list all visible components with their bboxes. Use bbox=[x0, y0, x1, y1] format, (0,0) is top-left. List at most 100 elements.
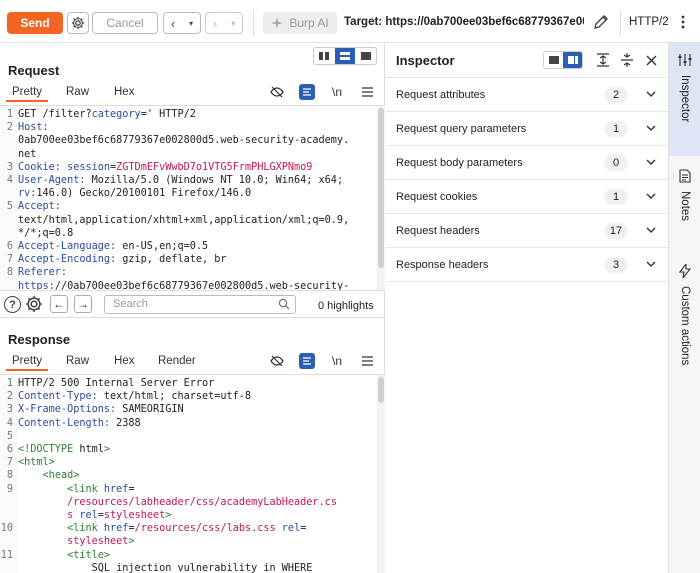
target-url[interactable]: Target: https://0ab700ee03bef6c68779367e… bbox=[344, 16, 584, 28]
chevron-right-icon[interactable]: › bbox=[213, 16, 217, 31]
request-scrollbar[interactable] bbox=[377, 106, 385, 290]
search-input[interactable]: Search bbox=[104, 295, 296, 314]
code-line[interactable]: 7 Accept-Encoding: gzip, deflate, br bbox=[0, 253, 372, 266]
layout-list-icon[interactable] bbox=[544, 52, 563, 68]
line-text: <head> bbox=[42, 470, 80, 482]
response-scrollbar[interactable] bbox=[377, 375, 385, 573]
code-line[interactable]: SQL injection vulnerability in WHERE bbox=[0, 562, 372, 573]
hamburger-menu-icon[interactable] bbox=[359, 353, 375, 369]
code-line[interactable]: 5 bbox=[0, 430, 372, 443]
more-menu-button[interactable] bbox=[675, 14, 691, 30]
newline-toggle-icon[interactable]: \n bbox=[329, 353, 345, 369]
search-settings-button[interactable] bbox=[25, 295, 43, 316]
code-line[interactable]: 1 GET /filter?category=' HTTP/2 bbox=[0, 108, 372, 121]
code-line[interactable]: /resources/labheader/css/academyLabHeade… bbox=[0, 496, 372, 509]
code-line[interactable]: 9 <link href= bbox=[0, 483, 372, 496]
collapse-all-icon[interactable] bbox=[619, 51, 635, 69]
chevron-down-icon[interactable] bbox=[645, 190, 657, 202]
pretty-format-icon[interactable] bbox=[299, 353, 315, 369]
next-match-button[interactable]: → bbox=[74, 295, 92, 313]
help-icon[interactable]: ? bbox=[4, 296, 21, 313]
eye-slash-icon[interactable] bbox=[269, 84, 285, 100]
code-line[interactable]: 8 <head> bbox=[0, 469, 372, 482]
expand-all-icon[interactable] bbox=[595, 51, 611, 69]
code-line[interactable]: stylesheet> bbox=[0, 535, 372, 548]
inspector-section-row[interactable]: Request attributes 2 bbox=[386, 77, 668, 111]
chevron-down-icon[interactable] bbox=[645, 224, 657, 236]
code-line[interactable]: net bbox=[0, 148, 372, 161]
code-line[interactable]: text/html,application/xhtml+xml,applicat… bbox=[0, 214, 372, 227]
code-line[interactable]: 1 HTTP/2 500 Internal Server Error bbox=[0, 377, 372, 390]
code-line[interactable]: 4 User-Agent: Mozilla/5.0 (Windows NT 10.… bbox=[0, 174, 372, 187]
message-editor-pane: Request Pretty Raw Hex \n 1 GET /filter?… bbox=[0, 43, 385, 573]
code-line[interactable]: 2 Host: bbox=[0, 121, 372, 134]
tab-raw[interactable]: Raw bbox=[66, 355, 89, 367]
tab-pretty[interactable]: Pretty bbox=[12, 355, 42, 367]
code-line[interactable]: rv:146.0) Gecko/20100101 Firefox/146.0 bbox=[0, 187, 372, 200]
code-line[interactable]: 4 Content-Length: 2388 bbox=[0, 417, 372, 430]
layout-stacked-icon[interactable] bbox=[334, 48, 356, 64]
layout-side-by-side-icon[interactable] bbox=[314, 48, 335, 64]
request-tabs: Pretty Raw Hex \n bbox=[0, 84, 385, 104]
chevron-down-icon[interactable]: ▾ bbox=[189, 19, 193, 28]
burp-ai-button[interactable]: Burp AI bbox=[263, 12, 337, 34]
eye-slash-icon[interactable] bbox=[269, 353, 285, 369]
tab-hex[interactable]: Hex bbox=[114, 86, 134, 98]
response-editor[interactable]: 1 HTTP/2 500 Internal Server Error 2 Conten… bbox=[0, 374, 385, 573]
code-line[interactable]: https://0ab700ee03bef6c68779367e002800d5… bbox=[0, 280, 372, 290]
inspector-section-row[interactable]: Request body parameters 0 bbox=[386, 145, 668, 179]
chevron-down-icon[interactable] bbox=[645, 156, 657, 168]
settings-button[interactable] bbox=[67, 12, 89, 34]
tab-render[interactable]: Render bbox=[158, 355, 196, 367]
code-line[interactable]: s rel=stylesheet> bbox=[0, 509, 372, 522]
code-line[interactable]: */*;q=0.8 bbox=[0, 227, 372, 240]
layout-toggle[interactable] bbox=[313, 47, 377, 65]
code-line[interactable]: 8 Referer: bbox=[0, 266, 372, 279]
request-editor[interactable]: 1 GET /filter?category=' HTTP/2 2 Host: 0ab7… bbox=[0, 105, 385, 290]
chevron-down-icon[interactable] bbox=[645, 122, 657, 134]
code-line[interactable]: 3 Cookie: session=ZGTDmEFvWwbD7o1VTG5FrmP… bbox=[0, 161, 372, 174]
line-number bbox=[0, 509, 18, 522]
line-text: s rel=stylesheet> bbox=[67, 510, 172, 522]
layout-split-icon[interactable] bbox=[563, 52, 582, 68]
hamburger-menu-icon[interactable] bbox=[359, 84, 375, 100]
side-tab-notes[interactable]: Notes bbox=[669, 163, 700, 243]
code-line[interactable]: 2 Content-Type: text/html; charset=utf-8 bbox=[0, 390, 372, 403]
history-forward-group[interactable]: › ▾ bbox=[205, 12, 243, 34]
code-line[interactable]: 10 <link href=/resources/css/labs.css re… bbox=[0, 522, 372, 535]
newline-toggle-icon[interactable]: \n bbox=[329, 84, 345, 100]
chevron-down-icon[interactable] bbox=[645, 258, 657, 270]
chevron-down-icon[interactable]: ▾ bbox=[231, 19, 235, 28]
send-button[interactable]: Send bbox=[7, 12, 63, 34]
side-tab-custom-actions[interactable]: Custom actions bbox=[669, 258, 700, 388]
code-line[interactable]: 7 <html> bbox=[0, 456, 372, 469]
code-line[interactable]: 11 <title> bbox=[0, 549, 372, 562]
line-text: User-Agent: Mozilla/5.0 (Windows NT 10.0… bbox=[18, 175, 344, 187]
tab-raw[interactable]: Raw bbox=[66, 86, 89, 98]
layout-tabs-icon[interactable] bbox=[355, 48, 376, 64]
code-line[interactable]: 0ab700ee03bef6c68779367e002800d5.web-sec… bbox=[0, 134, 372, 147]
previous-match-button[interactable]: ← bbox=[50, 295, 68, 313]
pretty-format-icon[interactable] bbox=[299, 84, 315, 100]
request-code-lines[interactable]: 1 GET /filter?category=' HTTP/2 2 Host: 0ab7… bbox=[0, 108, 372, 290]
close-icon[interactable] bbox=[643, 51, 659, 69]
protocol-label[interactable]: HTTP/2 bbox=[629, 16, 669, 28]
tab-pretty[interactable]: Pretty bbox=[12, 86, 42, 98]
response-code-lines[interactable]: 1 HTTP/2 500 Internal Server Error 2 Conten… bbox=[0, 377, 372, 573]
tab-hex[interactable]: Hex bbox=[114, 355, 134, 367]
side-tab-inspector[interactable]: Inspector bbox=[669, 43, 700, 156]
chevron-left-icon[interactable]: ‹ bbox=[171, 16, 175, 31]
code-line[interactable]: 3 X-Frame-Options: SAMEORIGIN bbox=[0, 403, 372, 416]
inspector-section-row[interactable]: Request headers 17 bbox=[386, 213, 668, 247]
history-back-group[interactable]: ‹ ▾ bbox=[163, 12, 201, 34]
code-line[interactable]: 6 <!DOCTYPE html> bbox=[0, 443, 372, 456]
edit-target-button[interactable] bbox=[592, 13, 610, 31]
chevron-down-icon[interactable] bbox=[645, 88, 657, 100]
inspector-section-row[interactable]: Response headers 3 bbox=[386, 247, 668, 281]
cancel-button[interactable]: Cancel bbox=[92, 12, 158, 34]
inspector-layout-toggle[interactable] bbox=[543, 51, 583, 69]
inspector-section-row[interactable]: Request cookies 1 bbox=[386, 179, 668, 213]
code-line[interactable]: 6 Accept-Language: en-US,en;q=0.5 bbox=[0, 240, 372, 253]
code-line[interactable]: 5 Accept: bbox=[0, 200, 372, 213]
inspector-section-row[interactable]: Request query parameters 1 bbox=[386, 111, 668, 145]
